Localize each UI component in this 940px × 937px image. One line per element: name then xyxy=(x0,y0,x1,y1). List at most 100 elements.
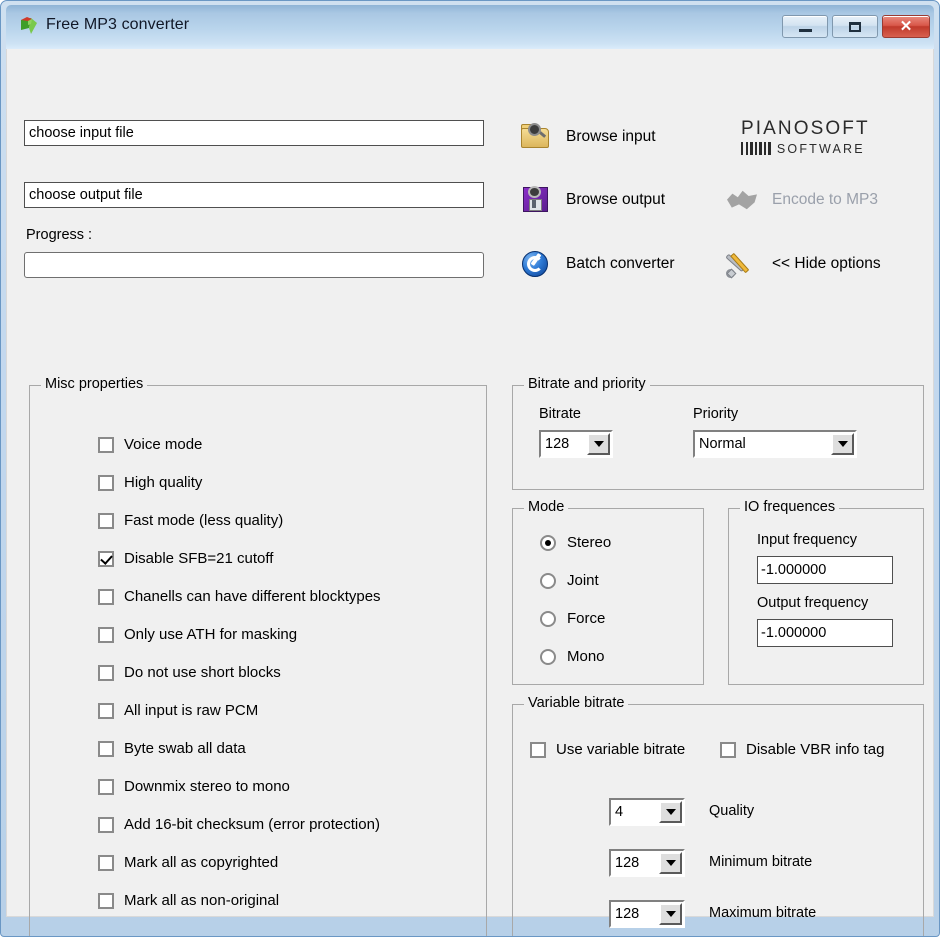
hide-options-button[interactable]: << Hide options xyxy=(725,249,881,279)
progress-label: Progress : xyxy=(26,227,93,243)
checkbox-icon[interactable] xyxy=(98,588,114,605)
checkbox-icon[interactable] xyxy=(98,550,114,567)
chevron-down-icon[interactable] xyxy=(831,433,854,455)
vbr-quality-label: Quality xyxy=(709,803,755,819)
checkbox-label: Disable SFB=21 cutoff xyxy=(124,550,274,567)
checkbox-label: High quality xyxy=(124,474,203,491)
checkbox-icon[interactable] xyxy=(98,778,114,795)
checkbox-label: Use variable bitrate xyxy=(556,741,686,758)
checkbox-icon[interactable] xyxy=(98,512,114,529)
checkbox-icon[interactable] xyxy=(530,741,546,758)
pianosoft-logo: PIANOSOFT SOFTWARE xyxy=(741,119,870,155)
progress-bar xyxy=(24,252,484,278)
vbr-maximum-bitrate-label: Maximum bitrate xyxy=(709,905,817,921)
radio-icon[interactable] xyxy=(540,648,556,665)
bitrate-label: Bitrate xyxy=(539,406,581,422)
vbr-minimum-bitrate-select[interactable]: 128 xyxy=(609,849,685,877)
maximize-button[interactable] xyxy=(832,15,878,38)
vbr-maximum-bitrate-value: 128 xyxy=(611,902,659,926)
checkbox-icon[interactable] xyxy=(98,474,114,491)
chevron-down-icon[interactable] xyxy=(659,801,682,823)
checkbox-label: Chanells can have different blocktypes xyxy=(124,588,381,605)
radio-stereo[interactable]: Stereo xyxy=(540,534,611,551)
checkbox-only-ath-masking[interactable]: Only use ATH for masking xyxy=(98,626,297,643)
priority-select[interactable]: Normal xyxy=(693,430,857,458)
checkbox-mark-copyrighted[interactable]: Mark all as copyrighted xyxy=(98,854,278,871)
radio-mono[interactable]: Mono xyxy=(540,648,605,665)
encode-to-mp3-button[interactable]: Encode to MP3 xyxy=(726,185,878,215)
title-bar: Free MP3 converter ✕ xyxy=(6,5,934,49)
close-button[interactable]: ✕ xyxy=(882,15,930,38)
checkbox-fast-mode[interactable]: Fast mode (less quality) xyxy=(98,512,283,529)
radio-label: Mono xyxy=(567,648,605,665)
checkbox-icon[interactable] xyxy=(98,854,114,871)
chevron-down-icon[interactable] xyxy=(659,852,682,874)
checkbox-mark-non-original[interactable]: Mark all as non-original xyxy=(98,892,279,909)
radio-icon[interactable] xyxy=(540,572,556,589)
io-frequences-title: IO frequences xyxy=(740,499,840,515)
vbr-minimum-bitrate-value: 128 xyxy=(611,851,659,875)
misc-properties-title: Misc properties xyxy=(41,376,148,392)
chevron-down-icon[interactable] xyxy=(659,903,682,925)
browse-output-button[interactable]: Browse output xyxy=(520,185,665,215)
checkbox-icon[interactable] xyxy=(98,664,114,681)
checkbox-icon[interactable] xyxy=(720,741,736,758)
checkbox-disable-sfb21-cutoff[interactable]: Disable SFB=21 cutoff xyxy=(98,550,273,567)
checkbox-icon[interactable] xyxy=(98,740,114,757)
output-file-field[interactable]: choose output file xyxy=(24,182,484,208)
browse-input-label: Browse input xyxy=(566,128,656,145)
encode-to-mp3-label: Encode to MP3 xyxy=(772,191,878,208)
checkbox-byte-swab[interactable]: Byte swab all data xyxy=(98,740,246,757)
checkbox-label: Only use ATH for masking xyxy=(124,626,298,643)
input-file-field[interactable]: choose input file xyxy=(24,120,484,146)
minimize-icon xyxy=(798,28,812,32)
checkbox-high-quality[interactable]: High quality xyxy=(98,474,202,491)
radio-icon[interactable] xyxy=(540,610,556,627)
minimize-button[interactable] xyxy=(782,15,828,38)
chevron-down-icon[interactable] xyxy=(587,433,610,455)
bitrate-value: 128 xyxy=(541,432,587,456)
window-title: Free MP3 converter xyxy=(46,16,190,33)
close-icon: ✕ xyxy=(899,18,913,35)
input-frequency-label: Input frequency xyxy=(757,532,857,548)
checkbox-disable-vbr-info-tag[interactable]: Disable VBR info tag xyxy=(720,741,884,758)
checkbox-icon[interactable] xyxy=(98,702,114,719)
checkbox-raw-pcm[interactable]: All input is raw PCM xyxy=(98,702,258,719)
checkbox-different-blocktypes[interactable]: Chanells can have different blocktypes xyxy=(98,588,381,605)
checkbox-label: Mark all as copyrighted xyxy=(124,854,279,871)
radio-icon[interactable] xyxy=(540,534,556,551)
browse-input-button[interactable]: Browse input xyxy=(520,122,656,152)
bitrate-select[interactable]: 128 xyxy=(539,430,613,458)
logo-bars-icon xyxy=(741,142,771,155)
radio-joint[interactable]: Joint xyxy=(540,572,599,589)
app-arrow-icon xyxy=(21,17,37,34)
checkbox-voice-mode[interactable]: Voice mode xyxy=(98,436,202,453)
client-area: choose input file choose output file Pro… xyxy=(6,49,934,936)
checkbox-no-short-blocks[interactable]: Do not use short blocks xyxy=(98,664,281,681)
output-frequency-field[interactable]: -1.000000 xyxy=(757,619,893,647)
bitrate-priority-title: Bitrate and priority xyxy=(524,376,650,392)
vbr-maximum-bitrate-select[interactable]: 128 xyxy=(609,900,685,928)
batch-converter-button[interactable]: Batch converter xyxy=(520,249,675,279)
checkbox-downmix-mono[interactable]: Downmix stereo to mono xyxy=(98,778,290,795)
checkbox-label: All input is raw PCM xyxy=(124,702,259,719)
radio-force[interactable]: Force xyxy=(540,610,605,627)
vbr-quality-select[interactable]: 4 xyxy=(609,798,685,826)
radio-label: Force xyxy=(567,610,606,627)
input-frequency-field[interactable]: -1.000000 xyxy=(757,556,893,584)
priority-label: Priority xyxy=(693,406,739,422)
browse-output-label: Browse output xyxy=(566,191,666,208)
output-frequency-label: Output frequency xyxy=(757,595,869,611)
misc-properties-group: Misc properties Voice mode High quality … xyxy=(29,376,487,936)
checkbox-label: Add 16-bit checksum (error protection) xyxy=(124,816,380,833)
checkbox-label: Voice mode xyxy=(124,436,203,453)
io-frequences-group: IO frequences Input frequency -1.000000 … xyxy=(728,499,924,685)
checkbox-use-variable-bitrate[interactable]: Use variable bitrate xyxy=(530,741,685,758)
hide-options-label: << Hide options xyxy=(772,255,881,272)
checkbox-icon[interactable] xyxy=(98,816,114,833)
checkbox-icon[interactable] xyxy=(98,626,114,643)
checkbox-icon[interactable] xyxy=(98,436,114,453)
checkbox-add-checksum[interactable]: Add 16-bit checksum (error protection) xyxy=(98,816,380,833)
checkbox-label: Mark all as non-original xyxy=(124,892,280,909)
checkbox-icon[interactable] xyxy=(98,892,114,909)
